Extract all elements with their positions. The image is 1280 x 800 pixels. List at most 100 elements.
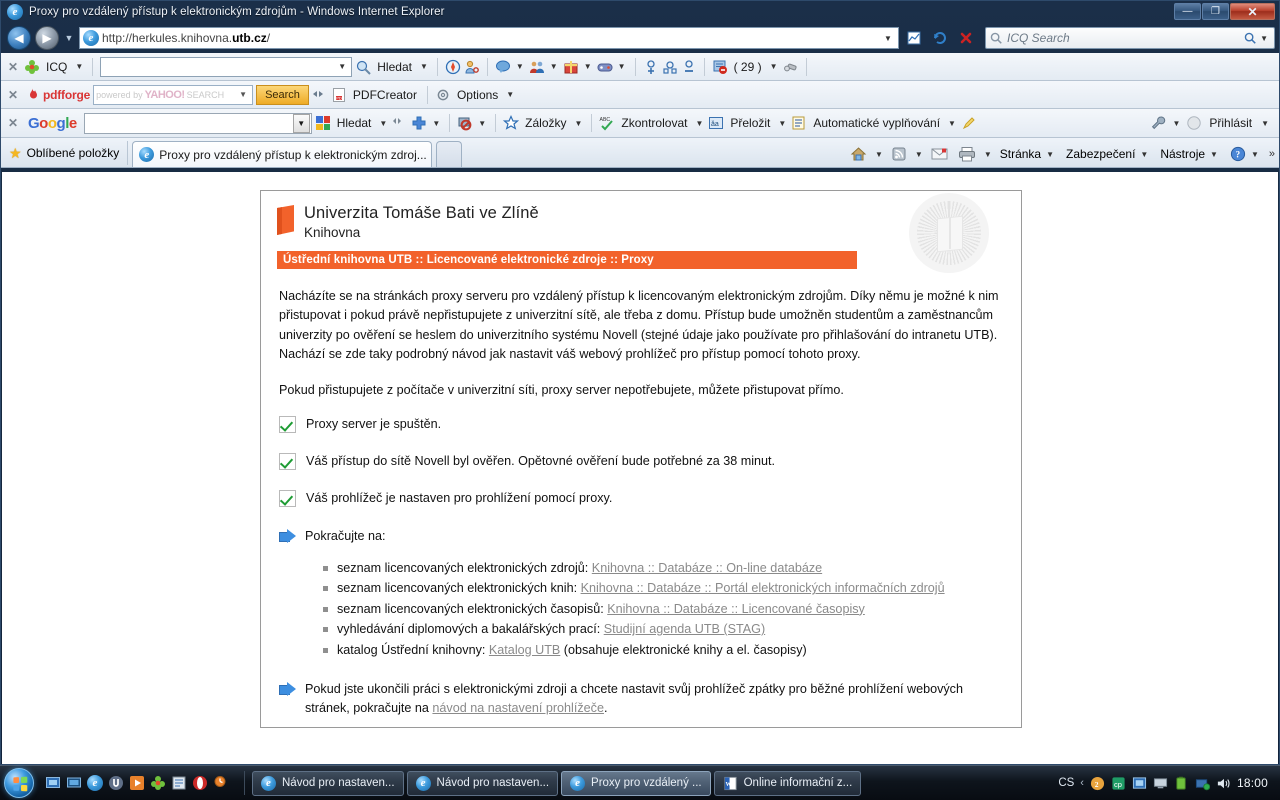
icq-search-input-caret-icon[interactable]: ▼: [335, 62, 349, 71]
icq-search-caret-icon[interactable]: ▼: [418, 62, 430, 71]
share-caret-icon[interactable]: ▼: [430, 119, 442, 128]
messages-caret-icon[interactable]: ▼: [768, 62, 780, 71]
close-button[interactable]: ✕: [1230, 3, 1275, 20]
taskbar-clock[interactable]: 18:00: [1237, 776, 1268, 790]
google-search-menu-caret-icon[interactable]: ▼: [377, 119, 389, 128]
chat-caret-icon[interactable]: ▼: [514, 62, 526, 71]
browser-tab-active[interactable]: Proxy pro vzdálený přístup k elektronick…: [132, 141, 433, 167]
resource-link[interactable]: Knihovna :: Databáze :: Licencované časo…: [607, 602, 865, 616]
google-toolbar-close-icon[interactable]: ✕: [5, 116, 21, 130]
wrench-settings-icon[interactable]: [1150, 115, 1166, 131]
media-player-icon[interactable]: [129, 775, 145, 791]
page-menu[interactable]: Stránka ▼: [996, 145, 1060, 163]
google-search-caret-icon[interactable]: ▼: [292, 113, 310, 133]
monitor-tray-icon[interactable]: [1153, 776, 1168, 791]
yahoo-search-caret-icon[interactable]: ▼: [236, 90, 250, 99]
command-bar-overflow-icon[interactable]: »: [1267, 148, 1275, 160]
spellcheck-label[interactable]: Zkontrolovat: [618, 116, 690, 130]
security-menu[interactable]: Zabezpečení ▼: [1062, 145, 1154, 163]
stop-button[interactable]: [955, 27, 977, 49]
forward-button[interactable]: ▶: [35, 26, 59, 50]
favorites-button[interactable]: ★ Oblíbené položky: [5, 141, 129, 165]
print-caret-icon[interactable]: ▼: [982, 150, 994, 159]
autofill-caret-icon[interactable]: ▼: [946, 119, 958, 128]
spellcheck-caret-icon[interactable]: ▼: [693, 119, 705, 128]
language-indicator[interactable]: CS: [1058, 777, 1074, 789]
start-button[interactable]: [4, 768, 34, 798]
game-controller-icon[interactable]: [597, 59, 613, 75]
google-search-label[interactable]: Hledat: [334, 116, 375, 130]
resource-link[interactable]: Knihovna :: Databáze :: Portál elektroni…: [581, 581, 945, 595]
refresh-button[interactable]: [929, 27, 951, 49]
opera-icon[interactable]: [192, 775, 208, 791]
volume-tray-icon[interactable]: [1216, 776, 1231, 791]
highlighter-icon[interactable]: [961, 115, 977, 131]
signin-label[interactable]: Přihlásit: [1206, 116, 1255, 130]
options-caret-icon[interactable]: ▼: [504, 90, 516, 99]
print-button[interactable]: [954, 144, 980, 164]
chat-bubble-icon[interactable]: [495, 59, 511, 75]
yahoo-search-button[interactable]: Search: [256, 84, 309, 105]
wrench-caret-icon[interactable]: ▼: [1170, 119, 1182, 128]
options-label[interactable]: Options: [454, 88, 501, 102]
bookmarks-label[interactable]: Záložky: [522, 116, 569, 130]
show-desktop-icon[interactable]: [45, 775, 61, 791]
people-caret-icon[interactable]: ▼: [548, 62, 560, 71]
icq-toolbar-close-icon[interactable]: ✕: [5, 60, 21, 74]
share-plus-icon[interactable]: [411, 115, 427, 131]
pdfforge-toolbar-close-icon[interactable]: ✕: [5, 88, 21, 102]
tools-menu[interactable]: Nástroje ▼: [1156, 145, 1224, 163]
help-menu[interactable]: ? ▼: [1226, 144, 1265, 164]
network-tray-icon[interactable]: [1195, 776, 1211, 791]
compatibility-view-icon[interactable]: [903, 27, 925, 49]
resource-link[interactable]: Studijní agenda UTB (STAG): [604, 622, 765, 636]
taskbar-window-button[interactable]: Návod pro nastaven...: [252, 770, 404, 796]
new-tab-button[interactable]: [436, 141, 463, 167]
translate-caret-icon[interactable]: ▼: [776, 119, 788, 128]
browser-setup-link[interactable]: návod na nastavení prohlížeče: [432, 701, 604, 715]
yahoo-search-input[interactable]: powered by YAHOO! SEARCH ▼: [93, 84, 254, 105]
tray-expand-icon[interactable]: ‹: [1080, 777, 1084, 789]
resource-link[interactable]: Knihovna :: Databáze :: On-line databáze: [592, 561, 822, 575]
back-button[interactable]: ◀: [7, 26, 31, 50]
display-tray-icon[interactable]: [1132, 776, 1147, 791]
icq-search-input[interactable]: ▼: [100, 56, 353, 77]
minimize-button[interactable]: —: [1174, 3, 1201, 20]
resource-link[interactable]: Katalog UTB: [489, 643, 560, 657]
search-dropdown-icon[interactable]: ▼: [1257, 34, 1271, 43]
person-key-icon[interactable]: [464, 59, 480, 75]
news-reader-icon[interactable]: [171, 775, 187, 791]
icq-search-box[interactable]: ICQ Search ▼: [985, 27, 1275, 49]
home-button[interactable]: [846, 144, 871, 164]
pdfcreator-label[interactable]: PDFCreator: [350, 88, 420, 102]
home-caret-icon[interactable]: ▼: [873, 150, 885, 159]
flashlight-icon[interactable]: [783, 59, 799, 75]
taskbar-window-button[interactable]: W Online informační z...: [713, 770, 862, 796]
find-contact-icon[interactable]: [662, 59, 678, 75]
compass-icon[interactable]: [445, 59, 461, 75]
translate-label[interactable]: Přeložit: [727, 116, 773, 130]
battery-tray-icon[interactable]: [1174, 776, 1189, 791]
switch-windows-icon[interactable]: [66, 775, 82, 791]
history-dropdown-icon[interactable]: ▼: [63, 33, 75, 43]
gift-icon[interactable]: [563, 59, 579, 75]
icq-flower-icon[interactable]: [150, 775, 166, 791]
add-contact-icon[interactable]: [643, 59, 659, 75]
clock-tool-icon[interactable]: [213, 775, 229, 791]
feeds-button[interactable]: [887, 144, 911, 164]
mail-button[interactable]: [927, 145, 952, 163]
toolbar-grip-icon[interactable]: [392, 115, 408, 131]
utorrent-icon[interactable]: [108, 775, 124, 791]
taskbar-window-button-active[interactable]: Proxy pro vzdálený ...: [561, 770, 711, 796]
internet-explorer-icon[interactable]: [87, 775, 103, 791]
feeds-caret-icon[interactable]: ▼: [913, 150, 925, 159]
remove-contact-icon[interactable]: [681, 59, 697, 75]
maximize-button[interactable]: ❐: [1202, 3, 1229, 20]
address-input[interactable]: http://herkules.knihovna.utb.cz/ ▼: [79, 27, 899, 49]
address-dropdown-icon[interactable]: ▼: [880, 34, 896, 43]
popup-blocker-caret-icon[interactable]: ▼: [476, 119, 488, 128]
icq-search-label[interactable]: Hledat: [374, 60, 415, 74]
people-icon[interactable]: [529, 59, 545, 75]
popup-blocker-icon[interactable]: [457, 115, 473, 131]
toolbar-grip-icon[interactable]: [312, 87, 328, 103]
